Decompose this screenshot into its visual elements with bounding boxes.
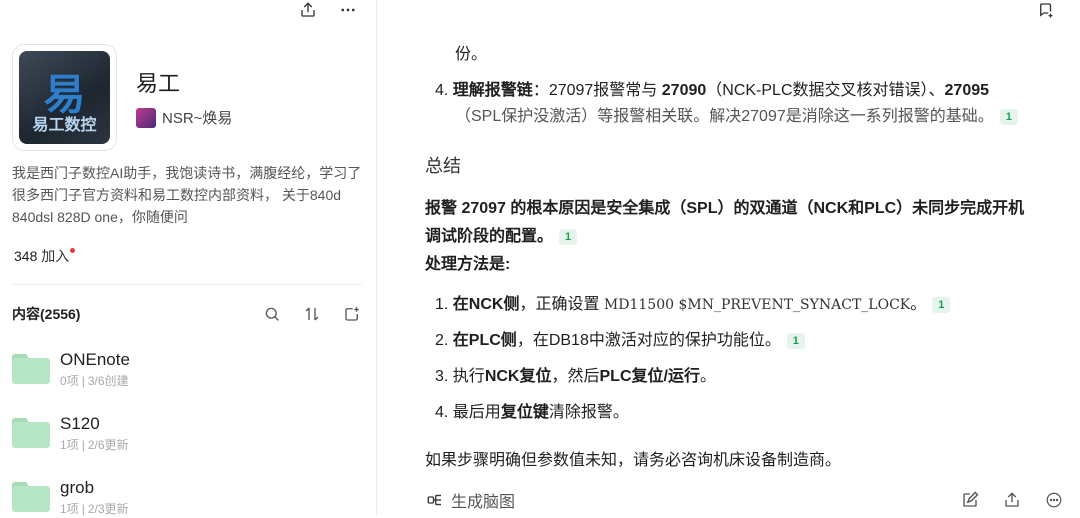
step-item: 4. 最后用复位键清除报警。	[435, 402, 950, 438]
item-text: ：27097报警常与	[532, 82, 662, 99]
step-item: 2. 在PLC侧，在DB18中激活对应的保护功能位。 1	[435, 330, 950, 366]
sidebar-toolbar	[298, 0, 358, 20]
folder-date: 3/6创建	[87, 374, 129, 388]
folder-date: 2/6更新	[87, 438, 129, 452]
content-title: 内容(2556)	[12, 306, 81, 322]
bot-name: 易工	[136, 71, 181, 96]
members-number: 348	[14, 248, 38, 264]
edit-icon[interactable]	[960, 490, 980, 510]
more-icon[interactable]	[338, 0, 358, 20]
summary-line: 调试阶段的配置。 1	[425, 223, 1065, 251]
content-header: 内容(2556)	[12, 302, 362, 326]
folder-item-s120[interactable]: S120 1项 | 2/6更新	[12, 414, 352, 454]
folder-name: S120	[60, 414, 100, 433]
step-text: 最后用	[452, 404, 501, 421]
chat-answer-panel: 份。 4. 理解报警链：27097报警常与 27090（NCK-PLC数据交叉核…	[377, 0, 1080, 515]
bot-description: 我是西门子数控AI助手，我饱读诗书，满腹经纶，学习了很多西门子官方资料和易工数控…	[12, 165, 362, 225]
list-number: 3.	[435, 368, 449, 385]
folder-icon	[12, 418, 50, 448]
search-icon[interactable]	[262, 304, 282, 324]
folder-icon	[12, 482, 50, 512]
step-text: ，然后	[551, 368, 600, 385]
answer-partial-line: 份。	[455, 46, 488, 63]
summary-line-text: 调试阶段的配置。	[425, 228, 554, 245]
content-tools	[262, 304, 362, 324]
step-bold: NCK复位	[484, 368, 552, 385]
citation-badge[interactable]: 1	[932, 296, 951, 313]
step-text: 清除报警。	[548, 404, 629, 421]
bot-avatar: 易 易工数控	[12, 44, 117, 151]
step-text: ，正确设置	[519, 296, 604, 313]
inline-code: MD11500 $MN_PREVENT_SYNACT_LOCK	[603, 297, 911, 313]
folder-date: 2/3更新	[87, 502, 129, 516]
author-link[interactable]: NSR~焕易	[136, 107, 232, 128]
folder-name: grob	[60, 478, 95, 497]
list-number: 4.	[435, 82, 449, 99]
share-icon[interactable]	[298, 0, 318, 20]
list-number: 4.	[435, 404, 449, 421]
alarm-code: 27095	[944, 82, 990, 99]
mindmap-button[interactable]: 生成脑图	[425, 488, 515, 512]
step-bold: 在PLC侧	[452, 332, 517, 349]
answer-item-4: 4. 理解报警链：27097报警常与 27090（NCK-PLC数据交叉核对错误…	[435, 78, 989, 104]
divider	[12, 284, 362, 285]
step-text: ，在DB18中激活对应的保护功能位。	[516, 332, 781, 349]
citation-badge[interactable]: 1	[999, 108, 1018, 125]
step-bold: PLC复位/运行	[599, 368, 700, 385]
note-add-icon[interactable]	[1036, 0, 1056, 20]
item-text: （SPL保护没激活）等报警相关联。解决27097是消除这一系列报警的基础。	[455, 108, 994, 125]
answer-item-4-cont: （SPL保护没激活）等报警相关联。解决27097是消除这一系列报警的基础。 1	[455, 104, 1018, 130]
folder-meta: 1项 | 2/3更新	[60, 502, 129, 516]
folder-name: ONEnote	[60, 350, 130, 369]
mindmap-label: 生成脑图	[451, 494, 516, 511]
advice-note: 如果步骤明确但参数值未知，请务必咨询机床设备制造商。	[425, 452, 842, 469]
alarm-code: 27090	[661, 82, 707, 99]
folder-count: 0项	[60, 374, 79, 388]
method-label: 处理方法是:	[425, 256, 511, 273]
citation-badge[interactable]: 1	[559, 228, 578, 245]
step-text: 执行	[452, 368, 485, 385]
more-icon[interactable]	[1044, 490, 1064, 510]
knowledge-sidebar: 易 易工数控 易工 NSR~焕易 我是西门子数控AI助手，我饱读诗书，满腹经纶，…	[0, 0, 377, 518]
folder-count: 1项	[60, 438, 79, 452]
list-number: 1.	[435, 296, 449, 313]
list-number: 2.	[435, 332, 449, 349]
folder-meta: 1项 | 2/6更新	[60, 438, 129, 452]
folder-icon	[12, 354, 50, 384]
author-avatar	[136, 107, 156, 128]
members-label: 加入	[41, 248, 70, 264]
share-icon[interactable]	[1002, 490, 1022, 510]
answer-actions	[960, 490, 1064, 510]
citation-badge[interactable]: 1	[786, 332, 805, 349]
item-text: （NCK-PLC数据交叉核对错误）、	[706, 82, 945, 99]
folder-count: 1项	[60, 502, 79, 516]
summary-text: 报警 27097 的根本原因是安全集成（SPL）的双通道（NCK和PLC）未同步…	[425, 195, 1065, 279]
bot-logo: 易 易工数控	[19, 51, 110, 144]
members-count[interactable]: 348 加入	[14, 246, 76, 266]
step-item: 1. 在NCK侧，正确设置 MD11500 $MN_PREVENT_SYNACT…	[435, 294, 951, 330]
author-name: NSR~焕易	[162, 110, 233, 127]
sort-icon[interactable]	[302, 304, 322, 324]
folder-item-onenote[interactable]: ONEnote 0项 | 3/6创建	[12, 350, 352, 390]
notification-dot	[70, 248, 76, 253]
logo-text: 易工数控	[32, 117, 97, 134]
item-title: 理解报警链	[452, 82, 533, 99]
section-title: 总结	[425, 156, 461, 176]
folder-meta: 0项 | 3/6创建	[60, 374, 129, 388]
mindmap-icon	[425, 490, 445, 510]
step-text: 。	[910, 296, 927, 313]
step-bold: 复位键	[500, 404, 549, 421]
step-text: 。	[699, 368, 716, 385]
step-bold: 在NCK侧	[452, 296, 520, 313]
answer-actions-bar: 生成脑图	[425, 488, 1064, 512]
add-folder-icon[interactable]	[342, 304, 362, 324]
step-item: 3. 执行NCK复位，然后PLC复位/运行。	[435, 366, 950, 402]
steps-list: 1. 在NCK侧，正确设置 MD11500 $MN_PREVENT_SYNACT…	[435, 294, 951, 438]
summary-line: 报警 27097 的根本原因是安全集成（SPL）的双通道（NCK和PLC）未同步…	[425, 200, 1025, 217]
folder-item-grob[interactable]: grob 1项 | 2/3更新	[12, 478, 352, 518]
